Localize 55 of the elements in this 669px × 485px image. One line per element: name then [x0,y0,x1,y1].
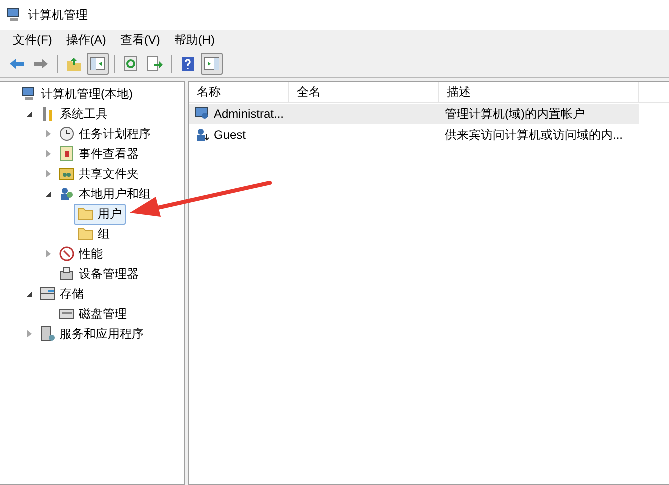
user-icon [195,106,211,122]
tree-item[interactable]: 本地用户和组 [55,184,155,204]
tree-item[interactable]: 用户 [74,204,126,224]
window-title: 计算机管理 [28,6,88,24]
column-header[interactable]: 名称 [189,82,289,102]
tree-item[interactable]: 系统工具 [36,104,112,124]
users-icon [59,186,75,202]
tree-item[interactable]: 组 [74,224,114,244]
tree-item[interactable]: 服务和应用程序 [36,324,148,344]
column-header[interactable]: 全名 [289,82,439,102]
expanded-arrow-icon[interactable] [46,192,51,196]
export-icon [147,56,163,72]
tree-item[interactable]: 存储 [36,284,88,304]
action-pane-icon [204,56,220,72]
menu-item[interactable]: 查看(V) [113,30,168,50]
app-icon [6,7,22,23]
tree-item[interactable]: 共享文件夹 [55,164,143,184]
tree-item[interactable]: 任务计划程序 [55,124,155,144]
collapsed-arrow-icon[interactable] [46,150,51,158]
tree-item[interactable]: 磁盘管理 [55,304,131,324]
help-icon [180,56,196,72]
toolbar-button[interactable] [201,52,223,74]
refresh-icon [123,56,139,72]
table-cell: Guest [189,125,289,145]
clock-icon [59,126,75,142]
table-row[interactable]: Guest 供来宾访问计算机或访问域的内... [189,125,669,145]
tree-item[interactable]: 计算机管理(本地) [17,84,137,104]
tree-item[interactable]: 事件查看器 [55,144,143,164]
menu-item[interactable]: 文件(F) [6,30,60,50]
menu-item[interactable]: 操作(A) [59,30,114,50]
up-folder-icon [66,56,82,72]
computer-icon [21,86,37,102]
table-cell-text: 管理计算机(域)的内置帐户 [444,106,586,122]
shared-folder-icon [59,166,75,182]
table-cell: Administrat... [189,104,289,124]
collapsed-arrow-icon[interactable] [27,330,32,338]
storage-icon [40,286,56,302]
tree-item[interactable]: 设备管理器 [55,264,143,284]
collapsed-arrow-icon[interactable] [46,130,51,138]
server-icon [40,326,56,342]
expanded-arrow-icon[interactable] [27,292,32,296]
table-cell-text: 供来宾访问计算机或访问域的内... [444,126,624,144]
show-tree-icon [90,56,106,72]
table-row[interactable]: Administrat... 管理计算机(域)的内置帐户 [189,104,639,124]
column-header[interactable]: 描述 [439,82,639,102]
toolbar-button[interactable] [87,52,109,74]
collapsed-arrow-icon[interactable] [46,170,51,178]
device-icon [59,266,75,282]
folder-icon [78,206,94,222]
tree-item[interactable]: 性能 [55,244,107,264]
collapsed-arrow-icon[interactable] [46,250,51,258]
menu-item[interactable]: 帮助(H) [167,30,222,50]
event-log-icon [59,146,75,162]
user-icon [195,127,211,143]
expanded-arrow-icon[interactable] [27,112,32,116]
